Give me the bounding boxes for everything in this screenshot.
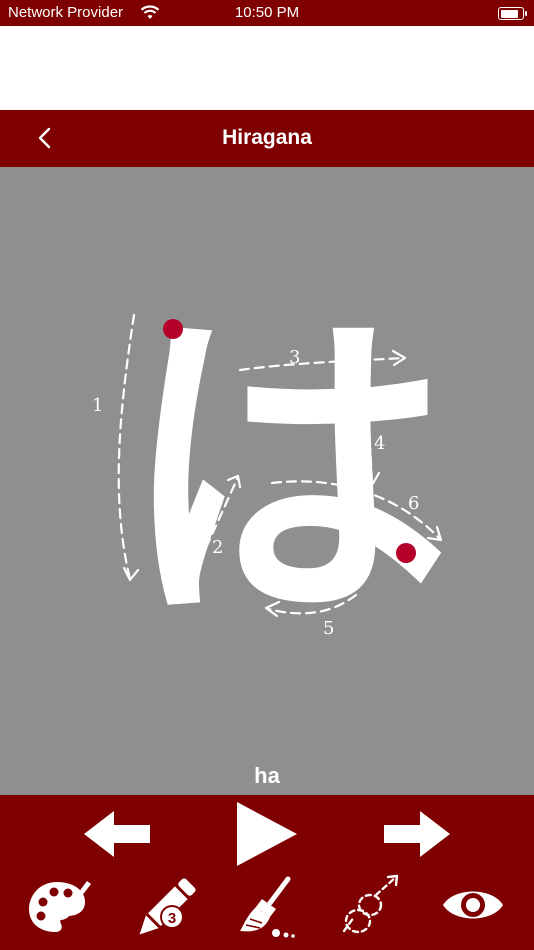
play-icon[interactable] xyxy=(235,802,299,866)
header-spacer xyxy=(0,26,534,110)
stroke-number-3: 3 xyxy=(289,347,300,368)
romaji-label: ha xyxy=(254,763,280,788)
stroke-number-2: 2 xyxy=(212,537,223,558)
stroke-end-dot xyxy=(396,543,416,563)
page-title: Hiragana xyxy=(222,126,312,149)
battery-icon xyxy=(498,7,527,20)
status-bar: Network Provider 10:50 PM xyxy=(0,0,534,26)
broom-icon[interactable] xyxy=(236,875,300,941)
eye-icon[interactable] xyxy=(442,883,504,927)
navigation-bar: Hiragana xyxy=(0,110,534,167)
stroke-order-canvas[interactable]: は 1 2 3 4 5 6 ha xyxy=(0,167,534,795)
chevron-left-icon[interactable] xyxy=(30,124,60,154)
pencil-icon: 3 xyxy=(139,878,196,935)
palette-icon[interactable] xyxy=(27,878,95,936)
clock: 10:50 PM xyxy=(234,4,300,21)
arrow-left-icon[interactable] xyxy=(84,811,152,857)
pencil-button[interactable]: 3 xyxy=(130,875,200,943)
kana-stroke-diagram: は 1 2 3 4 5 6 xyxy=(92,281,451,665)
stroke-number-1: 1 xyxy=(92,395,103,416)
stroke-number-4: 4 xyxy=(374,433,385,454)
pencil-badge: 3 xyxy=(168,910,176,927)
stroke-number-6: 6 xyxy=(408,493,419,514)
stroke-path-icon[interactable] xyxy=(336,873,404,941)
stroke-number-5: 5 xyxy=(323,618,334,639)
arrow-right-icon[interactable] xyxy=(382,811,450,857)
battery-fill xyxy=(500,9,518,18)
stroke-start-dot xyxy=(163,319,183,339)
bottom-toolbar: 3 xyxy=(0,795,534,950)
